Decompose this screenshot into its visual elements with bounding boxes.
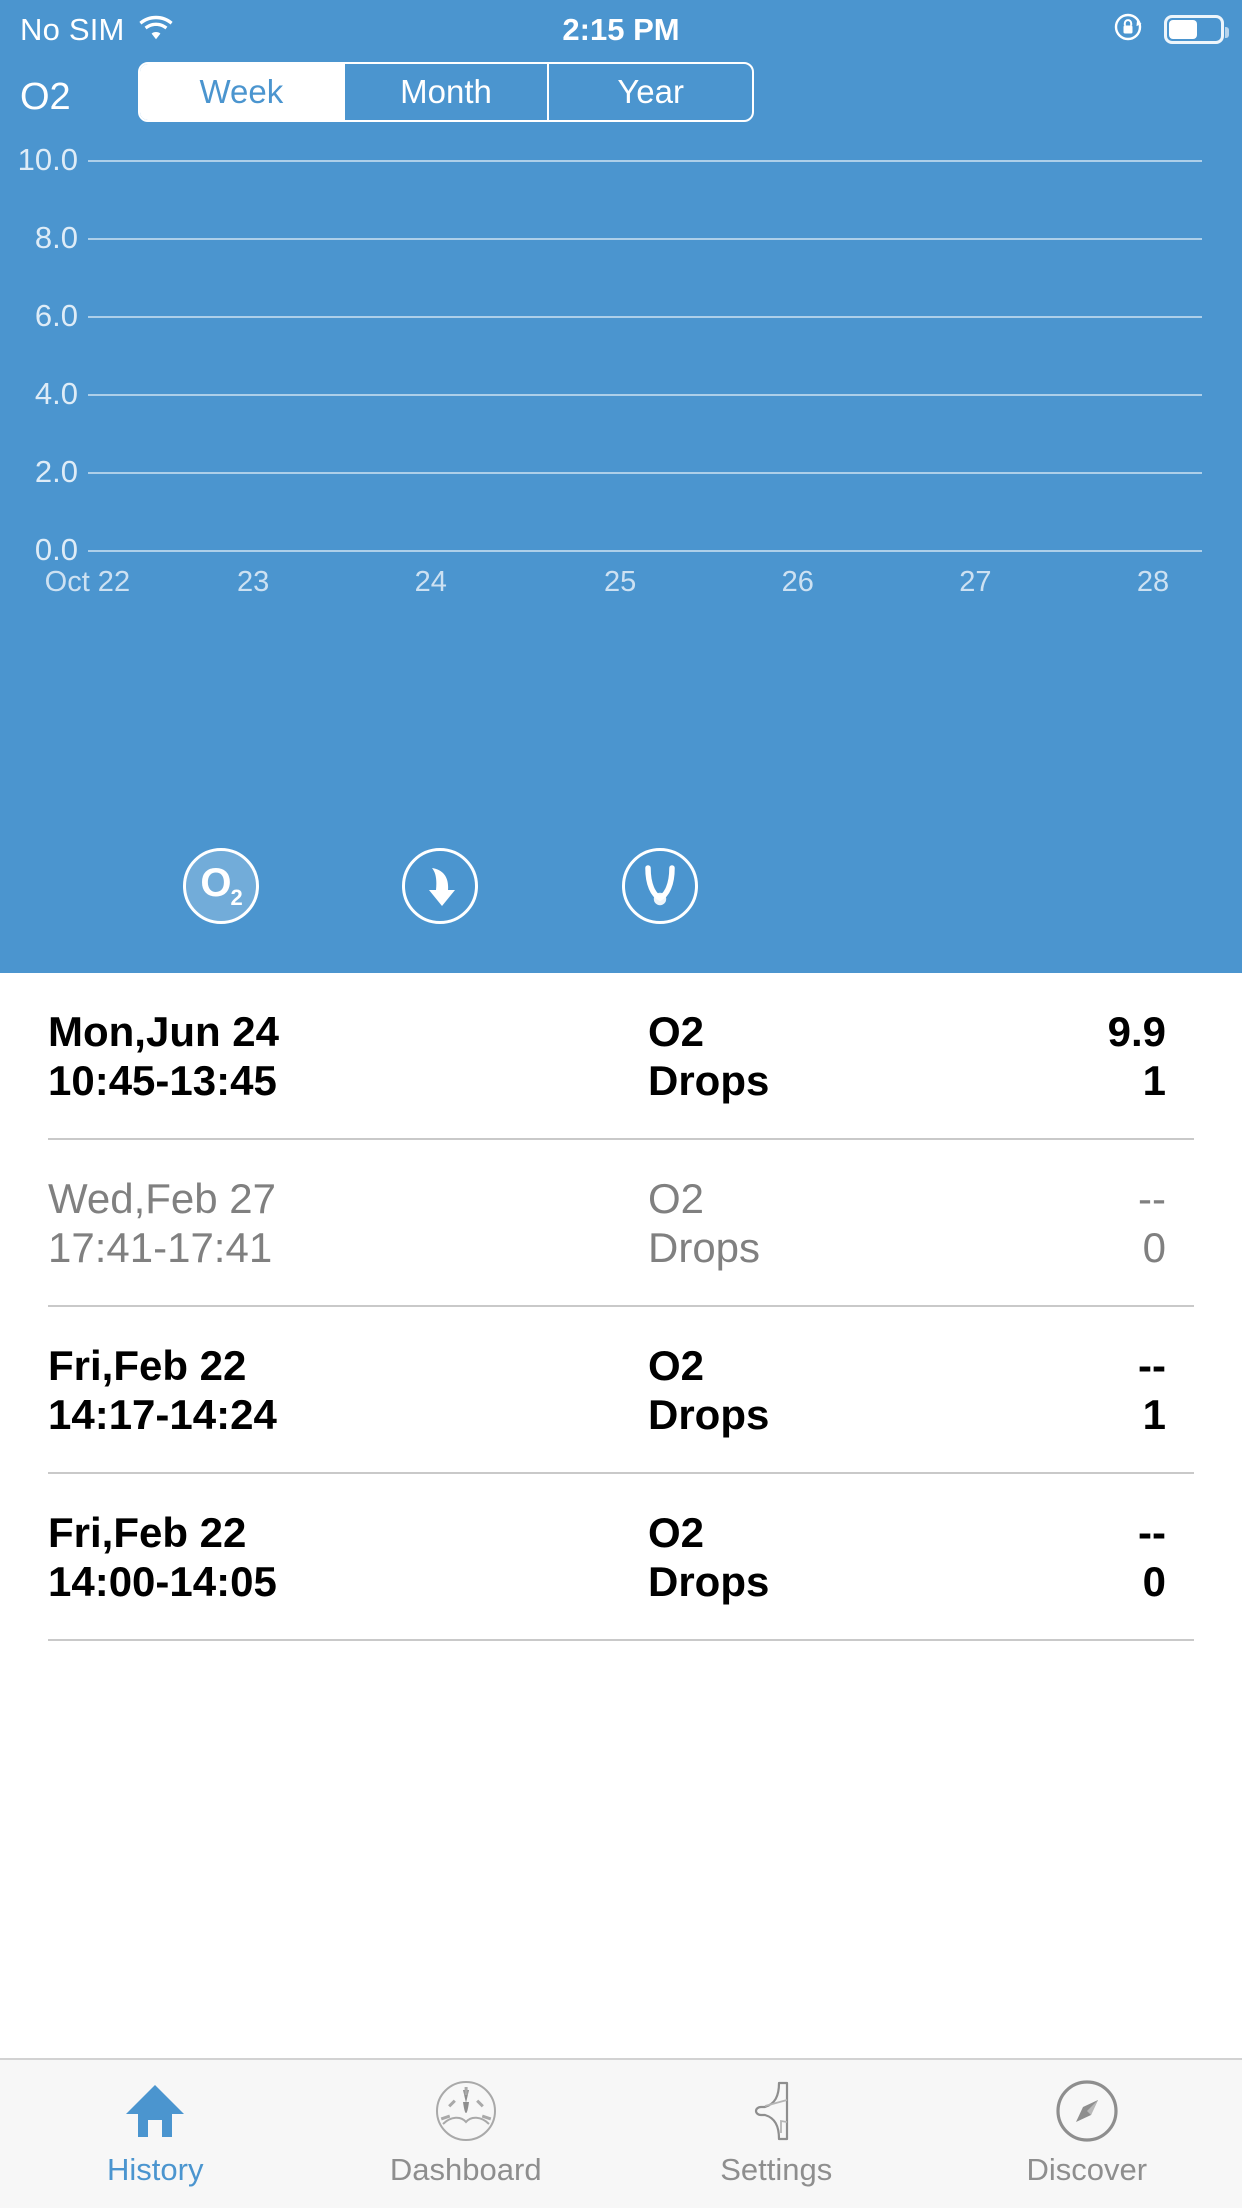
metric-selector: O2 [0,848,1242,948]
row-values: 9.9 1 [878,1008,1194,1105]
table-row[interactable]: Wed,Feb 27 17:41-17:41 O2 Drops -- 0 [0,1140,1242,1307]
tab-label: Settings [720,2152,833,2187]
gridline [88,550,1202,552]
row-values: -- 0 [878,1175,1194,1272]
segment-week[interactable]: Week [140,64,343,120]
gridline [88,316,1202,318]
page-title: O2 [20,76,71,118]
x-axis-tick: 23 [236,566,270,598]
row-datetime: Fri,Feb 22 14:17-14:24 [48,1342,648,1439]
chart-plot-area: 10.0 8.0 6.0 4.0 2.0 0.0 [18,142,1202,567]
x-axis-tick: Oct 22 [44,566,131,598]
drops-metric-button[interactable] [402,848,478,924]
row-value-o2: 9.9 [1107,1007,1166,1055]
wrench-icon [743,2074,809,2148]
row-metric-labels: O2 Drops [648,1008,878,1105]
y-axis-tick: 2.0 [34,454,78,489]
row-date: Wed,Feb 27 [48,1174,277,1222]
row-value-drops: 0 [1142,1223,1166,1271]
battery-icon [1164,14,1229,44]
row-date: Fri,Feb 22 [48,1508,247,1556]
x-axis-tick: 26 [781,566,814,598]
row-values: -- 0 [878,1509,1194,1606]
drop-arrow-icon [429,868,455,906]
row-value-o2: -- [1138,1174,1166,1222]
y-axis-tick: 8.0 [34,220,78,255]
row-value-o2: -- [1138,1508,1166,1556]
compass-icon [1054,2074,1120,2148]
gridline [88,472,1202,474]
segment-month[interactable]: Month [342,64,548,120]
row-metric-o2: O2 [648,1508,705,1556]
gauge-icon [433,2074,499,2148]
gridline [88,238,1202,240]
row-date: Fri,Feb 22 [48,1341,247,1389]
row-metric-labels: O2 Drops [648,1509,878,1606]
y-axis-tick: 4.0 [34,376,78,411]
x-axis: Oct 22 23 24 25 26 27 28 [40,566,1224,606]
history-list: Mon,Jun 24 10:45-13:45 O2 Drops 9.9 1 We… [0,973,1242,2058]
o2-chart: 10.0 8.0 6.0 4.0 2.0 0.0 Oct 22 23 24 25… [0,142,1242,768]
row-metric-labels: O2 Drops [648,1175,878,1272]
row-values: -- 1 [878,1342,1194,1439]
tab-dashboard[interactable]: Dashboard [311,2060,622,2208]
nasal-cannula-icon [645,865,675,906]
y-axis-tick: 0.0 [34,532,78,567]
row-datetime: Fri,Feb 22 14:00-14:05 [48,1509,648,1606]
tab-label: Dashboard [389,2152,542,2187]
row-metric-drops: Drops [648,1056,770,1104]
row-time: 14:00-14:05 [48,1557,277,1605]
row-time: 17:41-17:41 [48,1223,273,1271]
segment-year[interactable]: Year [547,64,752,120]
y-axis-tick: 10.0 [17,142,78,177]
range-segmented-control[interactable]: Week Month Year [138,62,754,122]
gridline [88,160,1202,162]
rotation-lock-icon [1112,10,1146,49]
row-metric-o2: O2 [648,1341,705,1389]
table-row[interactable]: Fri,Feb 22 14:17-14:24 O2 Drops -- 1 [0,1307,1242,1474]
row-metric-labels: O2 Drops [648,1342,878,1439]
tab-label: History [107,2152,204,2187]
row-metric-drops: Drops [648,1390,770,1438]
row-metric-o2: O2 [648,1174,705,1222]
clock-label: 2:15 PM [562,11,680,47]
row-metric-drops: Drops [648,1223,761,1271]
status-bar: No SIM 2:15 PM [0,0,1242,58]
row-value-drops: 1 [1142,1390,1166,1438]
home-icon [122,2074,188,2148]
tab-bar: History Dashboard Settings Discover [0,2058,1242,2208]
row-time: 14:17-14:24 [48,1390,277,1438]
nasal-metric-button[interactable] [622,848,698,924]
gridline [88,394,1202,396]
row-value-drops: 0 [1142,1557,1166,1605]
x-axis-tick: 25 [604,566,637,598]
y-axis-tick: 6.0 [34,298,78,333]
row-value-drops: 1 [1142,1056,1166,1104]
row-datetime: Wed,Feb 27 17:41-17:41 [48,1175,648,1272]
x-axis-tick: 27 [959,566,992,598]
x-axis-tick: 24 [414,566,447,598]
tab-label: Discover [1026,2152,1148,2187]
row-date: Mon,Jun 24 [48,1007,280,1055]
status-bar-right [1112,0,1229,58]
row-datetime: Mon,Jun 24 10:45-13:45 [48,1008,648,1105]
row-value-o2: -- [1138,1341,1166,1389]
nav-row: O2 Week Month Year [0,58,1242,142]
status-bar-center: 2:15 PM [0,0,1242,58]
table-row[interactable]: Fri,Feb 22 14:00-14:05 O2 Drops -- 0 [0,1474,1242,1641]
row-metric-o2: O2 [648,1007,705,1055]
app-root: No SIM 2:15 PM O2 Week Month Year 10.0 8… [0,0,1242,2208]
row-metric-drops: Drops [648,1557,770,1605]
chart-panel: No SIM 2:15 PM O2 Week Month Year 10.0 8… [0,0,1242,973]
row-time: 10:45-13:45 [48,1056,277,1104]
battery-fill [1169,19,1198,39]
x-axis-tick: 28 [1136,566,1170,598]
o2-metric-button[interactable]: O2 [183,848,259,924]
o2-icon: O2 [200,861,242,910]
table-row[interactable]: Mon,Jun 24 10:45-13:45 O2 Drops 9.9 1 [0,973,1242,1140]
tab-discover[interactable]: Discover [932,2060,1242,2208]
tab-history[interactable]: History [0,2060,311,2208]
tab-settings[interactable]: Settings [621,2060,932,2208]
